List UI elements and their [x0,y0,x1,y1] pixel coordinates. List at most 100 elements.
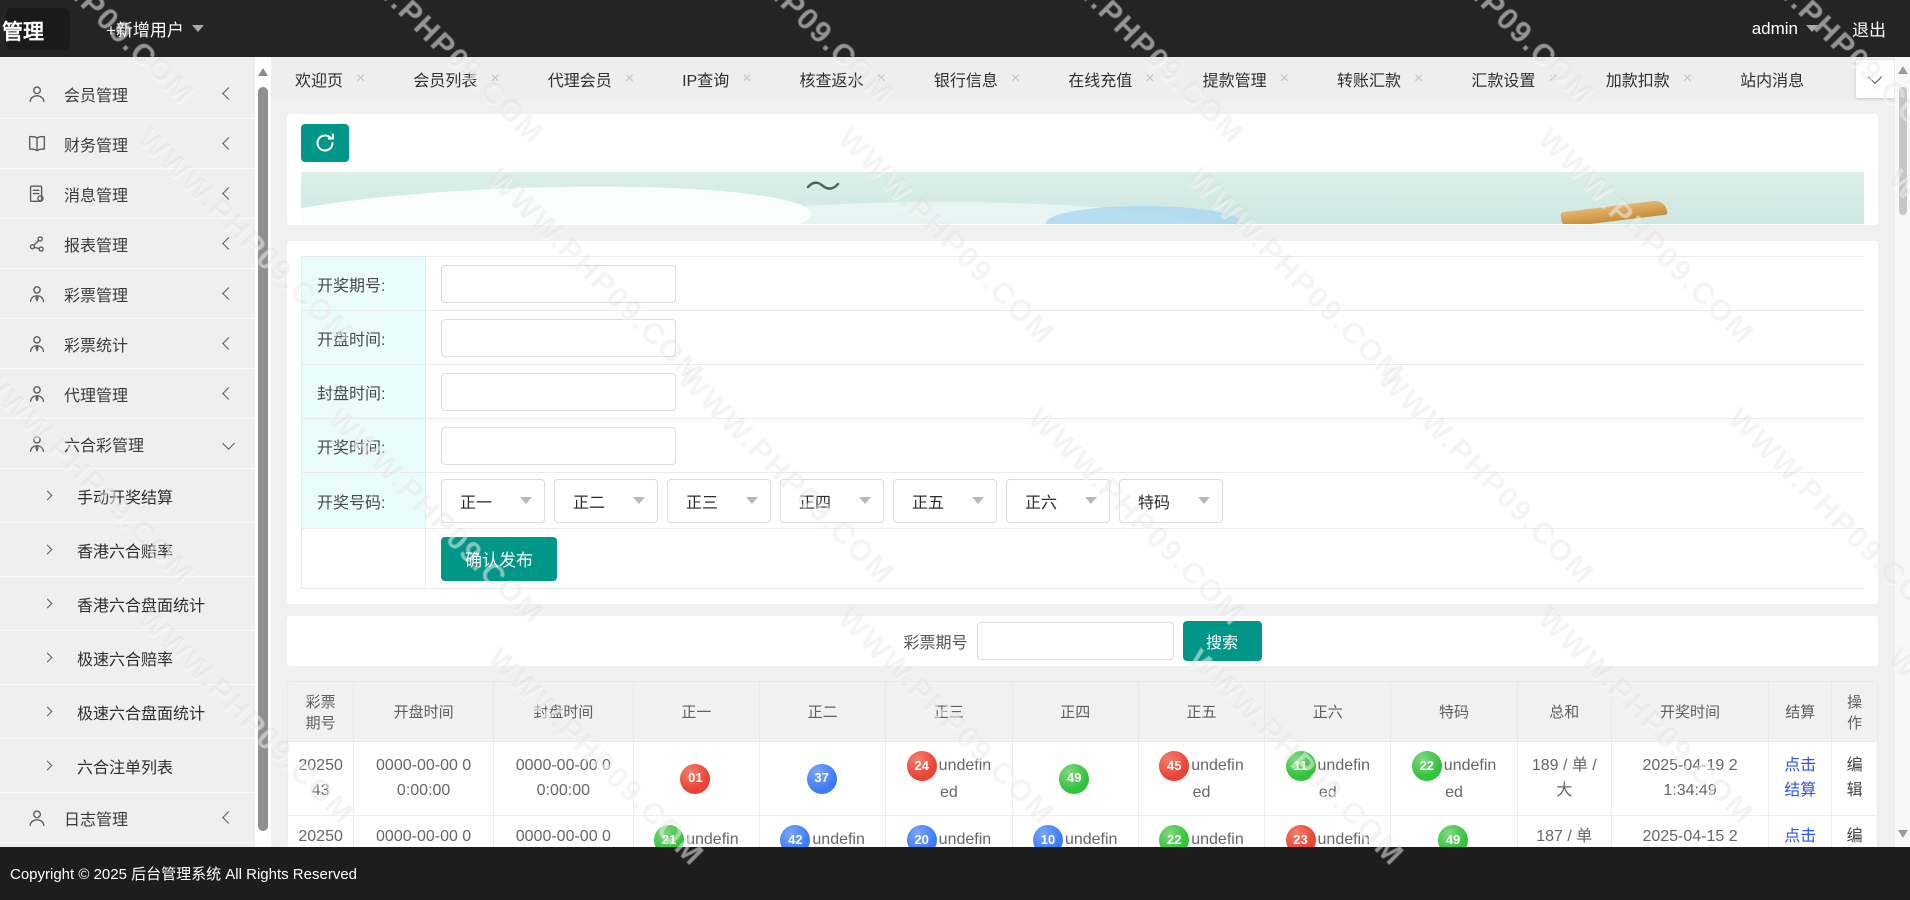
sidebar-scrollbar-thumb[interactable] [258,87,268,831]
select-正二[interactable]: 正二 [554,479,658,523]
chevron-left-icon [222,137,235,150]
table-row: 20250430000-00-00 00:00:000000-00-00 00:… [288,742,1878,816]
sidebar-item-member[interactable]: 会员管理 [0,69,255,119]
tab-close-icon[interactable]: × [490,71,499,87]
tab-list: 欢迎页×会员列表×代理会员×IP查询×核查返水×银行信息×在线充值×提款管理×转… [271,57,1841,101]
sidebar-subitem-六合注单列表[interactable]: 六合注单列表 [0,739,255,793]
refresh-button[interactable] [301,124,349,162]
chevron-right-icon [43,545,53,555]
tab-会员列表[interactable]: 会员列表× [389,57,523,101]
settle-link[interactable]: 点击结算 [1784,757,1816,799]
cell-settle: 点击结算 [1769,742,1832,816]
period-search-input[interactable] [977,622,1174,660]
tab-close-icon[interactable]: × [625,71,634,87]
logout-button[interactable]: 退出 [1852,16,1886,41]
tab-close-icon[interactable]: × [1145,71,1154,87]
sidebar-subitem-香港六合赔率[interactable]: 香港六合赔率 [0,523,255,577]
sidebar-item-report[interactable]: 报表管理 [0,219,255,269]
edit-link[interactable]: 编辑 [1847,757,1863,799]
caret-down-icon [859,497,871,504]
tab-close-icon[interactable]: × [1683,71,1692,87]
draw-results-table: 彩票期号开盘时间封盘时间正一正二正三正四正五正六特码总和开奖时间结算操作 202… [287,681,1878,847]
draw-time-input[interactable] [441,427,676,465]
tab-站内消息[interactable]: 站内消息 [1716,57,1841,101]
tab-汇款设置[interactable]: 汇款设置× [1447,57,1581,101]
scroll-up-arrow-icon[interactable] [1898,66,1908,74]
tab-核查返水[interactable]: 核查返水× [776,57,910,101]
chevron-left-icon [222,287,235,300]
sidebar-menu: 会员管理财务管理消息管理报表管理彩票管理彩票统计代理管理六合彩管理手动开奖结算香… [0,69,255,843]
admin-user-dropdown[interactable]: admin [1752,19,1818,39]
sidebar-scrollbar[interactable] [255,57,271,847]
logo-text: 管理 [2,16,44,46]
sidebar-item-lottery[interactable]: 彩票管理 [0,269,255,319]
tab-转账汇款[interactable]: 转账汇款× [1313,57,1447,101]
issue-number-input[interactable] [441,265,676,303]
tab-close-icon[interactable]: × [1280,71,1289,87]
tab-close-icon[interactable]: × [1414,71,1423,87]
sidebar-item-label: 代理管理 [64,382,224,406]
column-header-正一: 正一 [633,682,759,742]
sidebar-subitem-极速六合盘面统计[interactable]: 极速六合盘面统计 [0,685,255,739]
table-row: 202500000-00-00 00:00:000000-00-00 00:00… [288,816,1878,848]
select-正四[interactable]: 正四 [780,479,884,523]
select-正五[interactable]: 正五 [893,479,997,523]
close-time-input[interactable] [441,373,676,411]
sidebar-item-lottery-stats[interactable]: 彩票统计 [0,319,255,369]
edit-link[interactable]: 编辑 [1847,828,1863,847]
settle-link[interactable]: 点击结算 [1784,828,1816,847]
caret-down-icon [520,497,532,504]
sidebar-item-mark-six[interactable]: 六合彩管理 [0,419,255,469]
tab-提款管理[interactable]: 提款管理× [1179,57,1313,101]
sidebar-subitem-手动开奖结算[interactable]: 手动开奖结算 [0,469,255,523]
sidebar-subitem-香港六合盘面统计[interactable]: 香港六合盘面统计 [0,577,255,631]
draw-numbers-label: 开奖号码: [301,473,426,528]
user-icon [26,807,48,829]
tab-label: IP查询 [682,67,729,91]
lottery-ball: 22 [1412,751,1442,781]
results-table-card: 彩票期号开盘时间封盘时间正一正二正三正四正五正六特码总和开奖时间结算操作 202… [287,681,1878,847]
sidebar-item-agent[interactable]: 代理管理 [0,369,255,419]
sidebar-item-message[interactable]: 消息管理 [0,169,255,219]
sidebar-item-label: 六合彩管理 [64,432,224,456]
scroll-up-arrow-icon[interactable] [258,68,268,76]
tab-close-icon[interactable]: × [877,71,886,87]
search-button[interactable]: 搜索 [1183,621,1262,661]
column-header-开盘时间: 开盘时间 [354,682,494,742]
cell-draw-time: 2025-04-19 21:34:49 [1611,742,1768,816]
column-header-封盘时间: 封盘时间 [493,682,633,742]
page-scrollbar-thumb[interactable] [1899,87,1907,215]
tab-close-icon[interactable]: × [1011,71,1020,87]
tab-close-icon[interactable]: × [1548,71,1557,87]
select-正三[interactable]: 正三 [667,479,771,523]
tab-close-icon[interactable]: × [356,71,365,87]
tab-加款扣款[interactable]: 加款扣款× [1582,57,1716,101]
tab-欢迎页[interactable]: 欢迎页× [271,57,389,101]
cell-period: 2025043 [288,742,354,816]
tab-在线充值[interactable]: 在线充值× [1044,57,1178,101]
open-time-input[interactable] [441,319,676,357]
select-特码[interactable]: 特码 [1119,479,1223,523]
tab-代理会员[interactable]: 代理会员× [524,57,658,101]
scroll-down-arrow-icon[interactable] [1898,830,1908,838]
tab-银行信息[interactable]: 银行信息× [910,57,1044,101]
new-user-dropdown[interactable]: +新增用户 [106,16,204,41]
table-body: 20250430000-00-00 00:00:000000-00-00 00:… [288,742,1878,848]
cell-ball-6: 23undefined [1265,816,1391,848]
page-scrollbar[interactable] [1894,57,1910,847]
tab-close-icon[interactable]: × [742,71,751,87]
cell-ball-5: 45undefined [1138,742,1264,816]
sidebar-item-finance[interactable]: 财务管理 [0,119,255,169]
confirm-publish-button[interactable]: 确认发布 [441,537,557,581]
sidebar-subitem-极速六合赔率[interactable]: 极速六合赔率 [0,631,255,685]
caret-down-icon [972,497,984,504]
cell-ball-1: 21undefined [633,816,759,848]
user-icon [26,83,48,105]
tab-list-dropdown-button[interactable] [1856,60,1894,98]
select-正一[interactable]: 正一 [441,479,545,523]
sidebar-item-logs[interactable]: 日志管理 [0,793,255,843]
tab-IP查询[interactable]: IP查询 × [658,57,775,101]
select-value: 正六 [1025,489,1057,513]
select-正六[interactable]: 正六 [1006,479,1110,523]
input-rows: 开奖期号:开盘时间:封盘时间:开奖时间: [301,257,1864,473]
